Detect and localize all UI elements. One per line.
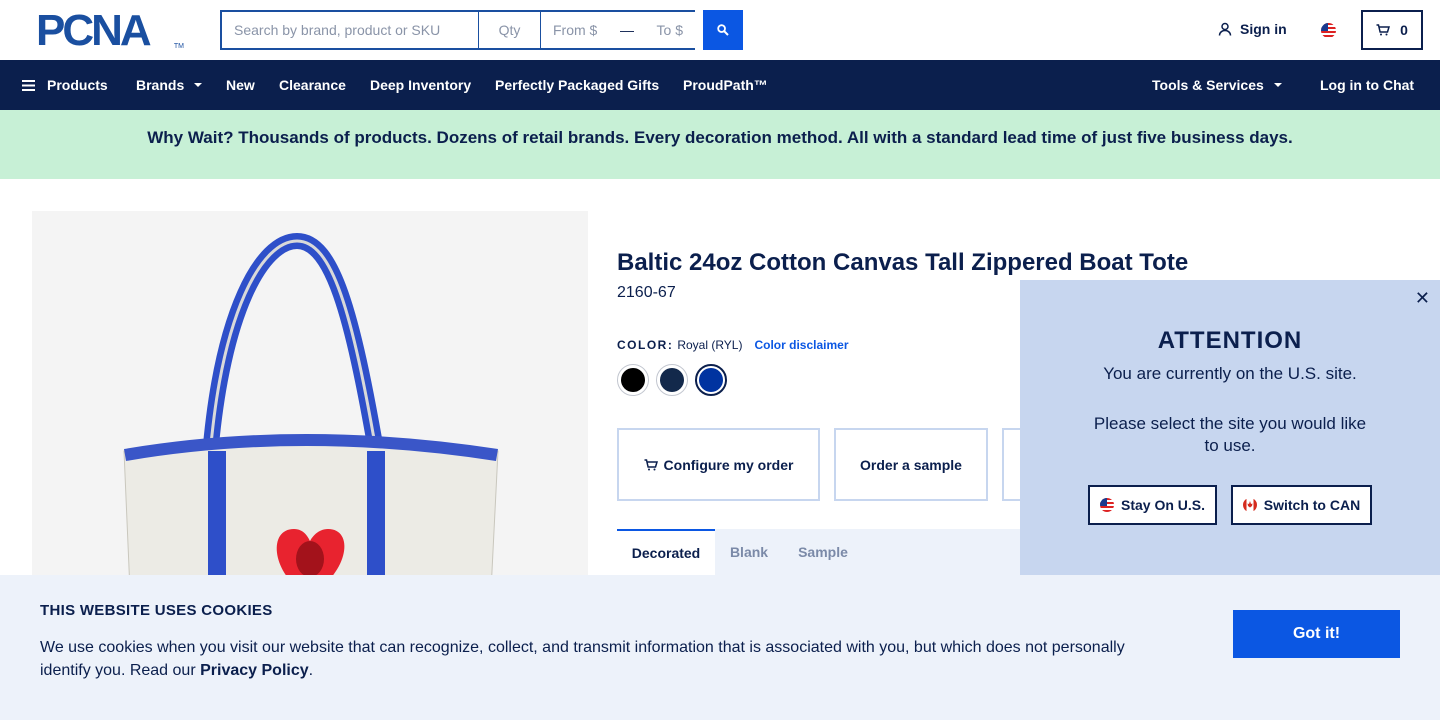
main-nav: Products Brands New Clearance Deep Inven… <box>0 60 1440 110</box>
qty-input[interactable]: Qty <box>479 12 541 48</box>
tab-decorated-label: Decorated <box>631 545 701 561</box>
product-sku: 2160-67 <box>617 284 676 301</box>
page: PCNA TM Search by brand, product or SKU … <box>0 0 1440 720</box>
nav-clearance[interactable]: Clearance <box>279 60 346 110</box>
nav-deep-inventory[interactable]: Deep Inventory <box>370 60 471 110</box>
color-row: COLOR: Royal (RYL) Color disclaimer <box>617 338 849 352</box>
swatch-dot <box>660 368 684 392</box>
promo-banner: Why Wait? Thousands of products. Dozens … <box>0 110 1440 179</box>
us-flag-icon <box>1099 498 1114 512</box>
nav-gifts-label: Perfectly Packaged Gifts <box>495 77 660 93</box>
price-to[interactable]: To $ <box>657 22 683 38</box>
price-dash: — <box>619 22 634 38</box>
color-swatch-navy[interactable] <box>656 364 688 396</box>
order-sample-button[interactable]: Order a sample <box>834 428 988 501</box>
search-placeholder: Search by brand, product or SKU <box>234 22 441 38</box>
modal-current-site-text: You are currently on the U.S. site. <box>1103 364 1357 383</box>
nav-proudpath[interactable]: ProudPath™ <box>683 60 768 110</box>
promo-text: Why Wait? Thousands of products. Dozens … <box>147 128 1293 147</box>
user-icon <box>1218 22 1232 36</box>
got-it-button[interactable]: Got it! <box>1233 610 1400 658</box>
swatch-dot <box>699 368 723 392</box>
cookie-banner: THIS WEBSITE USES COOKIES We use cookies… <box>0 575 1440 720</box>
cart-button[interactable]: 0 <box>1361 10 1423 50</box>
got-it-label: Got it! <box>1292 625 1341 642</box>
logo-text: PCNA <box>36 6 152 55</box>
nav-tools[interactable]: Tools & Services <box>1152 60 1282 110</box>
menu-icon <box>22 79 35 91</box>
configure-order-label: Configure my order <box>663 456 794 473</box>
search-bar: Search by brand, product or SKU Qty From… <box>220 10 695 50</box>
privacy-policy-link[interactable]: Privacy Policy <box>200 662 309 679</box>
nav-new[interactable]: New <box>226 60 255 110</box>
search-button[interactable] <box>703 10 743 50</box>
region-modal: ✕ ATTENTION You are currently on the U.S… <box>1020 280 1440 575</box>
close-icon[interactable]: ✕ <box>1415 288 1430 309</box>
cookie-text: We use cookies when you visit our websit… <box>40 636 1150 682</box>
color-value: Royal (RYL) <box>677 338 743 352</box>
modal-select-text: Please select the site you would like to… <box>1093 414 1367 455</box>
tab-sample[interactable]: Sample <box>783 529 863 575</box>
price-from[interactable]: From $ <box>553 22 597 38</box>
color-swatch-black[interactable] <box>617 364 649 396</box>
nav-tools-label: Tools & Services <box>1152 77 1264 93</box>
top-bar: PCNA TM Search by brand, product or SKU … <box>0 0 1440 60</box>
swatch-dot <box>621 368 645 392</box>
color-disclaimer-link[interactable]: Color disclaimer <box>754 338 848 352</box>
cart-icon <box>1376 24 1391 36</box>
cart-icon <box>644 458 658 470</box>
nav-chat-label: Log in to Chat <box>1320 77 1415 93</box>
configure-order-button[interactable]: Configure my order <box>617 428 820 501</box>
canada-flag-icon <box>1242 498 1257 512</box>
nav-new-label: New <box>226 77 255 93</box>
stay-us-label: Stay On U.S. <box>1120 497 1206 513</box>
tab-blank-label: Blank <box>729 544 769 560</box>
color-swatch-royal[interactable] <box>695 364 727 396</box>
tab-sample-label: Sample <box>798 544 848 560</box>
sign-in-label: Sign in <box>1240 21 1287 37</box>
nav-clearance-label: Clearance <box>279 77 346 93</box>
switch-can-button[interactable]: Switch to CAN <box>1231 485 1372 525</box>
chevron-down-icon <box>194 83 203 87</box>
nav-chat[interactable]: Log in to Chat <box>1320 60 1414 110</box>
nav-brands[interactable]: Brands <box>136 60 203 110</box>
price-range-input[interactable]: From $ — To $ <box>541 12 695 48</box>
nav-deep-inventory-label: Deep Inventory <box>370 77 472 93</box>
sign-in-link[interactable]: Sign in <box>1218 21 1287 37</box>
cookie-title: THIS WEBSITE USES COOKIES <box>40 602 273 619</box>
us-flag-icon[interactable] <box>1321 23 1336 38</box>
nav-products-label: Products <box>47 77 108 93</box>
chevron-down-icon <box>1273 83 1282 87</box>
qty-placeholder: Qty <box>498 22 521 38</box>
order-sample-label: Order a sample <box>860 456 962 473</box>
nav-gifts[interactable]: Perfectly Packaged Gifts <box>495 60 659 110</box>
stay-us-button[interactable]: Stay On U.S. <box>1088 485 1217 525</box>
nav-products[interactable]: Products <box>22 60 108 110</box>
switch-can-label: Switch to CAN <box>1263 497 1361 513</box>
nav-proudpath-label: ProudPath™ <box>683 77 768 93</box>
search-input[interactable]: Search by brand, product or SKU <box>222 12 479 48</box>
nav-brands-label: Brands <box>136 77 185 93</box>
modal-title: ATTENTION <box>1157 327 1303 354</box>
search-icon <box>717 24 729 36</box>
pcna-logo[interactable]: PCNA TM <box>36 9 184 53</box>
cookie-period: . <box>308 662 314 679</box>
cart-count: 0 <box>1400 22 1408 38</box>
tab-blank[interactable]: Blank <box>715 529 783 575</box>
color-label: COLOR: <box>617 338 674 352</box>
product-title: Baltic 24oz Cotton Canvas Tall Zippered … <box>617 249 1189 276</box>
logo-trademark: TM <box>173 43 184 50</box>
tab-decorated[interactable]: Decorated <box>617 529 715 575</box>
